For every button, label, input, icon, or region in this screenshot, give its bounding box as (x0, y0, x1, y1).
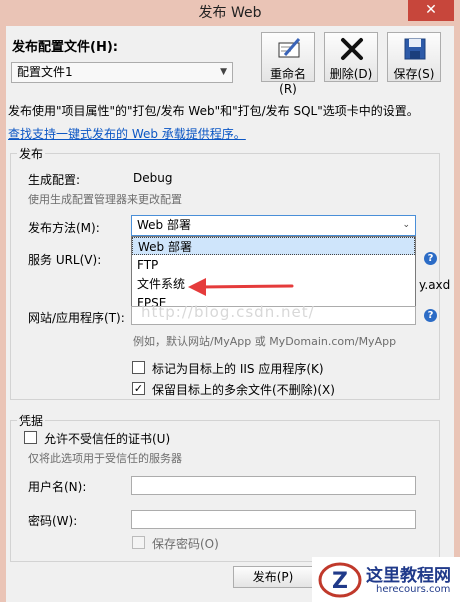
logo-title: 这里教程网 (366, 566, 451, 586)
publish-web-window: 发布 Web ✕ 发布配置文件(H): 配置文件1 ▼ 重命名(R) 删除(D) (0, 0, 460, 602)
site-logo: Z 这里教程网 herecours.com (312, 557, 460, 602)
logo-subtitle: herecours.com (376, 584, 451, 595)
svg-text:Z: Z (332, 569, 348, 594)
logo-icon: Z (318, 562, 362, 598)
annotation-arrow-icon (188, 278, 294, 296)
